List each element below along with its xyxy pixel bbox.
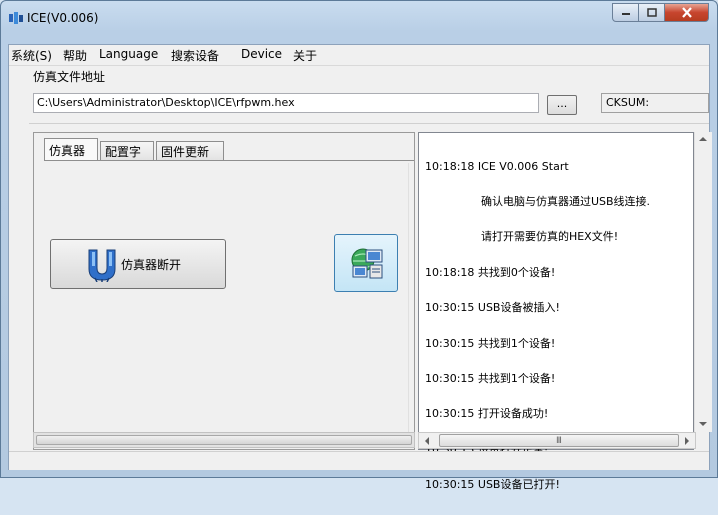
status-bar (9, 451, 709, 470)
log-line: 确认电脑与仿真器通过USB线连接. (425, 194, 651, 208)
log-vertical-scrollbar[interactable] (694, 132, 712, 432)
cksum-field: CKSUM: (601, 93, 709, 113)
app-icon (9, 12, 23, 24)
menu-search-device[interactable]: 搜索设备 (171, 47, 219, 64)
maximize-icon (646, 8, 657, 17)
tab-emulator[interactable]: 仿真器 (44, 138, 98, 161)
menu-about[interactable]: 关于 (293, 47, 317, 64)
menu-help[interactable]: 帮助 (63, 47, 87, 64)
log-line: 10:18:18 ICE V0.006 Start (425, 159, 569, 173)
group-separator (29, 123, 709, 124)
browse-button[interactable]: ... (547, 95, 577, 115)
left-scroll-thumb[interactable] (36, 435, 412, 445)
log-line: 10:30:15 USB设备已打开! (425, 478, 560, 492)
scroll-grip: III (556, 436, 562, 446)
menu-language[interactable]: Language (99, 47, 158, 61)
log-scroll-thumb[interactable]: III (439, 434, 679, 447)
menu-system[interactable]: 系统(S) (11, 47, 52, 64)
scroll-down-icon[interactable] (699, 422, 707, 426)
menu-device[interactable]: Device (241, 47, 282, 61)
menu-bar: 系统(S) 帮助 Language 搜索设备 Device 关于 (9, 45, 709, 66)
tab-divider (44, 160, 414, 161)
computer-network-icon (351, 248, 383, 279)
scroll-up-icon[interactable] (699, 137, 707, 141)
emulator-disconnect-label: 仿真器断开 (121, 258, 182, 272)
minimize-icon (621, 12, 630, 15)
maximize-button[interactable] (639, 3, 665, 22)
app-window: ICE(V0.006) 系统(S) 帮助 Language 搜索设备 Devic… (0, 0, 718, 490)
log-horizontal-scrollbar[interactable]: III (418, 432, 696, 449)
file-path-group-label: 仿真文件地址 (33, 70, 106, 84)
log-line: 请打开需要仿真的HEX文件! (425, 230, 619, 244)
minimize-button[interactable] (612, 3, 639, 22)
scroll-right-icon[interactable] (685, 437, 689, 445)
left-horizontal-scrollbar[interactable] (33, 432, 415, 448)
usb-plug-icon (88, 249, 116, 282)
log-line: 10:30:15 共找到1个设备! (425, 371, 556, 385)
close-button[interactable] (665, 3, 709, 22)
log-line: 10:30:15 打开设备成功! (425, 407, 549, 421)
control-panel: 仿真器 配置字 固件更新 仿真器断开 (33, 132, 415, 450)
log-line: 10:30:15 USB设备被插入! (425, 301, 560, 315)
close-icon (681, 7, 692, 18)
log-line: 10:30:15 共找到1个设备! (425, 336, 556, 350)
title-bar[interactable]: ICE(V0.006) (1, 1, 717, 37)
file-path-field[interactable]: C:\Users\Administrator\Desktop\ICE\rfpwm… (33, 93, 539, 113)
tab-config-word[interactable]: 配置字 (100, 141, 154, 160)
log-panel: 10:18:18 ICE V0.006 Start 确认电脑与仿真器通过USB线… (418, 132, 694, 490)
window-title: ICE(V0.006) (27, 11, 99, 25)
client-area: 系统(S) 帮助 Language 搜索设备 Device 关于 仿真文件地址 … (8, 44, 712, 490)
tab-firmware-update[interactable]: 固件更新 (156, 141, 224, 160)
log-line: 10:18:18 共找到0个设备! (425, 265, 556, 279)
network-device-button[interactable] (334, 234, 398, 292)
emulator-disconnect-button[interactable]: 仿真器断开 (50, 239, 226, 289)
tab-content (44, 163, 409, 443)
scroll-left-icon[interactable] (425, 437, 429, 445)
